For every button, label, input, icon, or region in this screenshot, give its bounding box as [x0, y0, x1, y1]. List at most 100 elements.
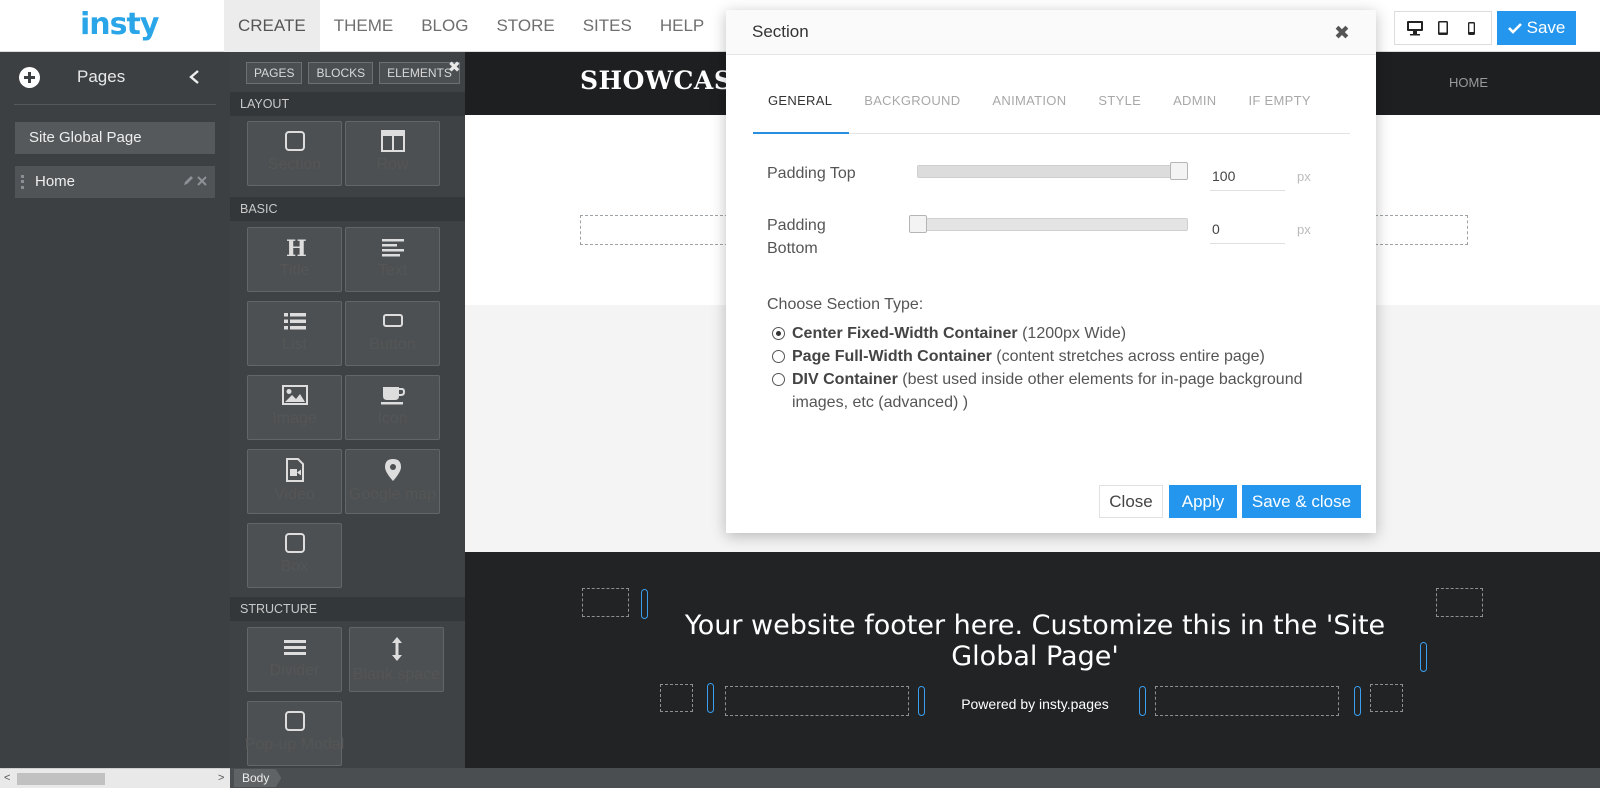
footer-drop-zone[interactable] [1370, 684, 1403, 712]
element-button[interactable]: Button [345, 301, 440, 366]
nav-store[interactable]: STORE [482, 0, 568, 52]
radio-button[interactable] [772, 327, 785, 340]
padding-top-slider-handle[interactable] [1170, 162, 1188, 180]
element-blank-space[interactable]: Blank space [349, 627, 444, 692]
resize-handle[interactable] [707, 683, 714, 713]
radio-button[interactable] [772, 350, 785, 363]
save-button[interactable]: Save [1497, 11, 1576, 45]
save-label: Save [1526, 18, 1566, 37]
tab-blocks[interactable]: BLOCKS [308, 62, 374, 84]
scrollbar-thumb[interactable] [17, 773, 105, 785]
tab-animation[interactable]: ANIMATION [977, 90, 1083, 134]
nav-blog[interactable]: BLOG [407, 0, 482, 52]
padding-bottom-unit: px [1297, 222, 1311, 237]
tab-admin[interactable]: ADMIN [1158, 90, 1233, 134]
element-row[interactable]: Row [345, 121, 440, 186]
element-text[interactable]: Text [345, 227, 440, 292]
section-type-option-full-width[interactable]: Page Full-Width Container (content stret… [772, 345, 1332, 368]
video-file-icon [285, 458, 304, 482]
element-divider[interactable]: Divider [247, 627, 342, 692]
element-box[interactable]: Box [247, 523, 342, 588]
scroll-right-icon[interactable]: > [218, 772, 224, 784]
tab-style[interactable]: STYLE [1083, 90, 1158, 134]
collapse-chevron-icon[interactable] [188, 69, 200, 85]
modal-title: Section [752, 22, 809, 41]
close-panel-icon[interactable]: ✖ [448, 58, 461, 76]
tab-background[interactable]: BACKGROUND [849, 90, 977, 134]
footer-drop-zone[interactable] [660, 684, 693, 712]
resize-handle[interactable] [641, 589, 648, 619]
drag-handle-icon[interactable] [21, 175, 24, 189]
footer-text[interactable]: Your website footer here. Customize this… [665, 610, 1405, 672]
padding-bottom-slider-handle[interactable] [909, 215, 927, 233]
section-header-structure: STRUCTURE [230, 597, 465, 621]
padding-bottom-slider[interactable] [909, 218, 1188, 231]
element-video[interactable]: Video [247, 449, 342, 514]
site-nav-home[interactable]: HOME [1449, 75, 1488, 90]
tab-general[interactable]: GENERAL [753, 90, 850, 134]
footer-drop-zone[interactable] [1155, 686, 1339, 716]
padding-top-input[interactable] [1210, 161, 1285, 191]
delete-icon[interactable] [197, 176, 207, 186]
padding-top-slider[interactable] [917, 165, 1188, 178]
padding-top-label: Padding Top [767, 165, 856, 182]
list-icon [283, 313, 306, 330]
scroll-left-icon[interactable]: < [4, 772, 10, 784]
apply-button[interactable]: Apply [1169, 485, 1237, 518]
element-popup-modal[interactable]: Pop-up Modal [245, 701, 344, 766]
columns-icon [380, 130, 405, 152]
breadcrumb[interactable]: Body [234, 769, 282, 787]
coffee-cup-icon [380, 387, 405, 405]
tab-pages[interactable]: PAGES [246, 62, 303, 84]
button-icon [382, 314, 403, 327]
footer-drop-zone[interactable] [582, 588, 629, 617]
nav-sites[interactable]: SITES [569, 0, 646, 52]
mobile-icon[interactable] [1459, 16, 1483, 40]
radio-button[interactable] [772, 373, 785, 386]
padding-bottom-input[interactable] [1210, 214, 1285, 244]
page-item-site-global[interactable]: Site Global Page [15, 122, 215, 154]
add-page-icon[interactable] [19, 67, 40, 88]
element-google-map[interactable]: Google map [345, 449, 440, 514]
resize-handle[interactable] [1139, 686, 1146, 716]
nav-help[interactable]: HELP [646, 0, 718, 52]
tab-if-empty[interactable]: IF EMPTY [1233, 90, 1327, 134]
elements-panel: PAGES BLOCKS ELEMENTS ✖ LAYOUT Section R… [230, 52, 465, 768]
resize-handle[interactable] [1420, 642, 1427, 672]
section-type-option-div[interactable]: DIV Container (best used inside other el… [772, 368, 1332, 414]
padding-top-slider-fill [918, 166, 1187, 177]
modal-header: Section ✖ [726, 10, 1376, 55]
nav-create[interactable]: CREATE [224, 0, 320, 52]
element-section[interactable]: Section [247, 121, 342, 186]
desktop-icon[interactable] [1403, 16, 1427, 40]
insty-logo[interactable]: insty [80, 7, 159, 42]
divider-icon [283, 640, 306, 655]
close-button[interactable]: Close [1099, 485, 1163, 518]
padding-bottom-label: Padding Bottom [767, 217, 826, 257]
nav-theme[interactable]: THEME [320, 0, 408, 52]
footer-drop-zone[interactable] [1436, 588, 1483, 617]
tablet-icon[interactable] [1431, 16, 1455, 40]
heading-icon: H [286, 236, 307, 258]
square-icon [284, 533, 305, 553]
resize-handle[interactable] [1354, 686, 1361, 716]
pages-title: Pages [77, 67, 126, 86]
horizontal-scrollbar[interactable]: < > [0, 768, 230, 788]
element-list[interactable]: List [247, 301, 342, 366]
section-type-label: Choose Section Type: [767, 296, 924, 313]
footer-powered-by[interactable]: Powered by insty.pages [865, 696, 1205, 712]
page-item-home[interactable]: Home [15, 166, 215, 198]
close-icon[interactable]: ✖ [1334, 22, 1350, 45]
save-and-close-button[interactable]: Save & close [1242, 485, 1361, 518]
pages-divider [14, 104, 216, 105]
element-title[interactable]: H Title [247, 227, 342, 292]
pages-header: Pages [0, 52, 230, 104]
modal-tabs: GENERAL BACKGROUND ANIMATION STYLE ADMIN… [753, 90, 1350, 134]
element-image[interactable]: Image [247, 375, 342, 440]
main-nav: CREATE THEME BLOG STORE SITES HELP [224, 0, 718, 52]
page-actions [183, 166, 207, 198]
vertical-arrows-icon [391, 637, 402, 661]
element-icon[interactable]: Icon [345, 375, 440, 440]
section-type-option-center[interactable]: Center Fixed-Width Container (1200px Wid… [772, 322, 1332, 345]
pencil-icon[interactable] [183, 175, 194, 186]
